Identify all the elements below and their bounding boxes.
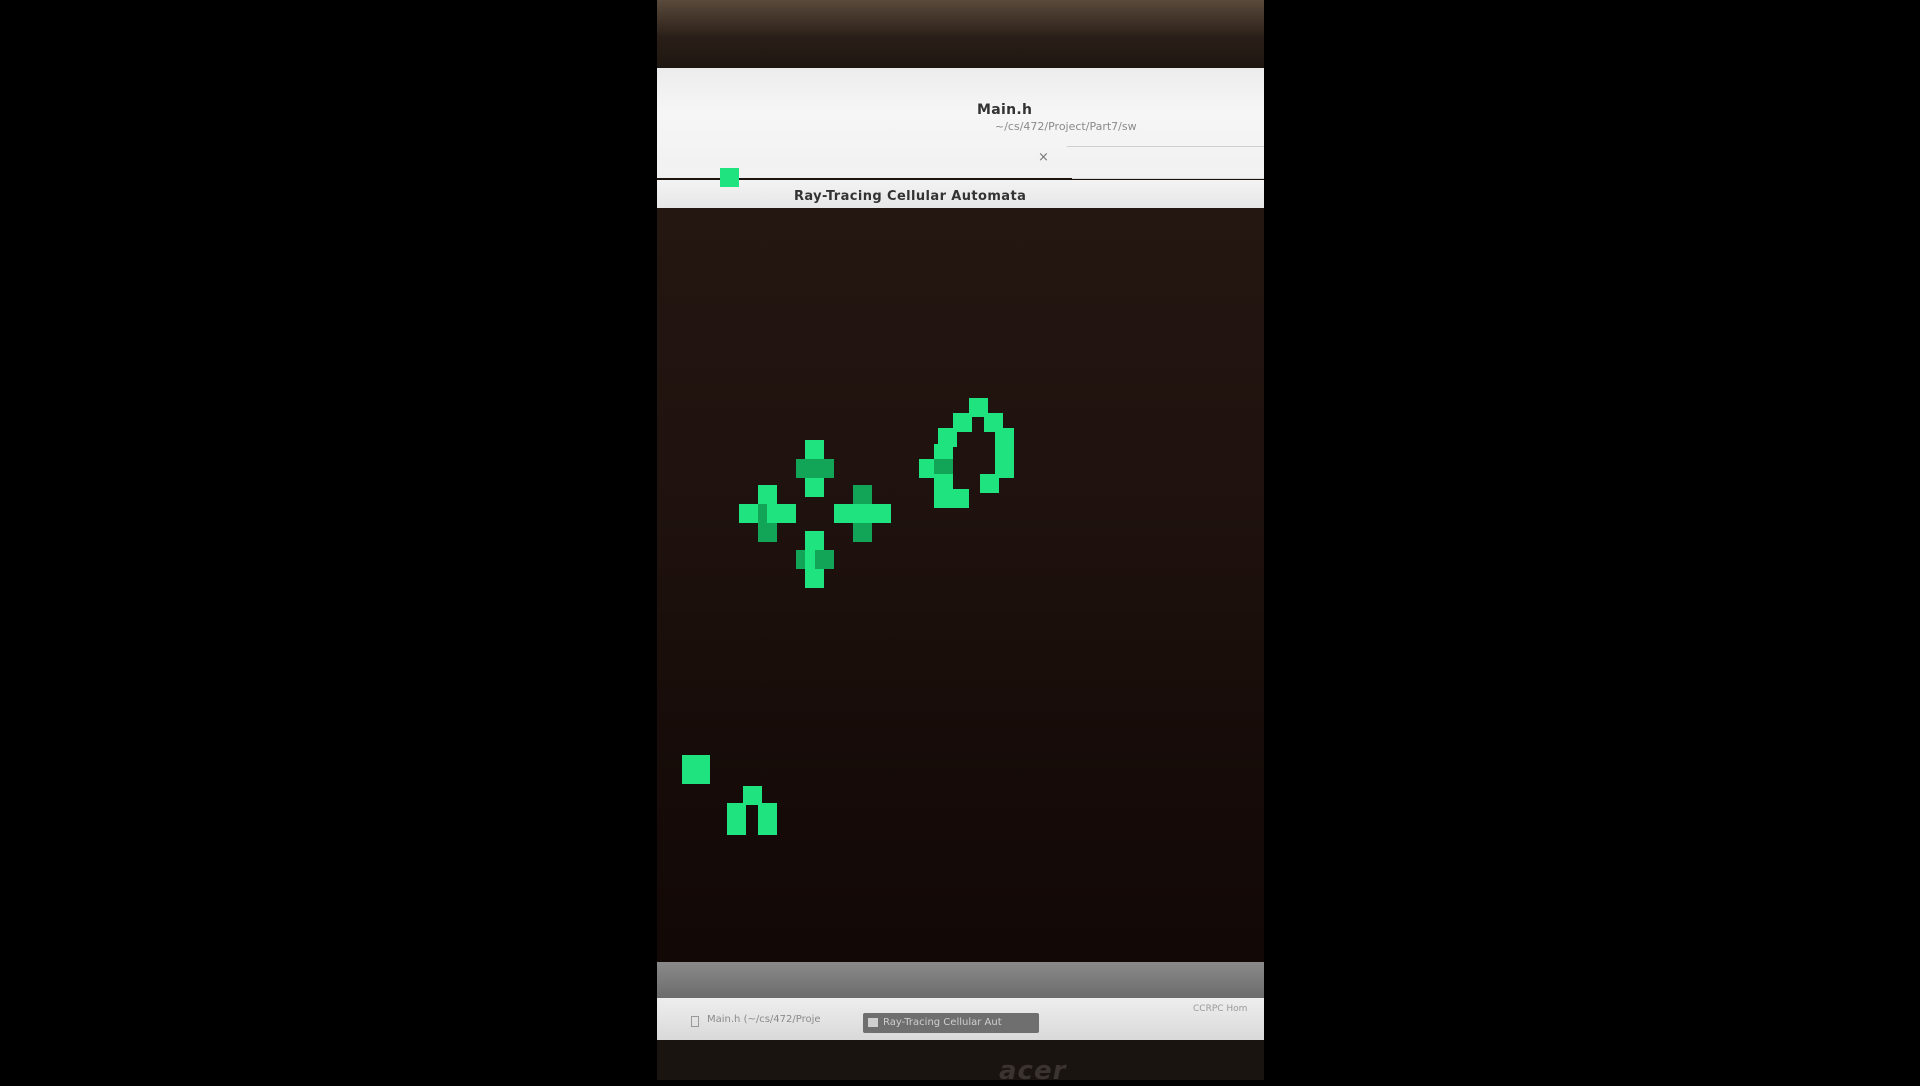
monitor-brand-logo: acer <box>999 1056 1067 1086</box>
automaton-cell <box>757 816 777 835</box>
automaton-cell <box>805 569 825 588</box>
automaton-cell <box>691 764 711 784</box>
editor-title: Main.h <box>977 102 1033 118</box>
automaton-cell <box>805 477 825 497</box>
automaton-cell <box>980 474 999 493</box>
taskbar: Main.h (~/cs/472/Proje Ray-Tracing Cellu… <box>657 998 1264 1040</box>
monitor-screen: Main.h ~/cs/472/Project/Part7/sw × Ray-T… <box>657 0 1264 1086</box>
automaton-cell <box>805 531 825 550</box>
automaton-cell <box>757 523 777 543</box>
automaton-cell <box>776 504 796 524</box>
automaton-cell <box>852 485 872 505</box>
automaton-cell <box>757 485 777 505</box>
taskbar-item-label: Main.h (~/cs/472/Proje <box>707 1014 821 1025</box>
document-icon <box>691 1016 699 1027</box>
automaton-cell <box>871 504 891 524</box>
close-icon[interactable]: × <box>1038 150 1049 165</box>
editor-file-path: ~/cs/472/Project/Part7/sw <box>995 120 1137 133</box>
automaton-cell <box>814 550 834 569</box>
editor-window-header: Main.h ~/cs/472/Project/Part7/sw × Ray-T… <box>657 68 1264 213</box>
automaton-cell <box>814 458 834 478</box>
automaton-cell <box>852 504 872 524</box>
automaton-cell <box>719 168 739 188</box>
window-icon <box>868 1018 878 1027</box>
automaton-cell <box>738 504 758 524</box>
automaton-cell <box>949 489 969 509</box>
automaton-cell <box>795 458 815 478</box>
automaton-cell <box>852 523 872 543</box>
automaton-cell <box>833 504 853 524</box>
taskbar-item-label: Ray-Tracing Cellular Aut <box>883 1017 1002 1028</box>
taskbar-item-editor[interactable]: Main.h (~/cs/472/Proje <box>691 1014 841 1032</box>
monitor-bezel-bottom: acer <box>657 1040 1264 1086</box>
editor-divider <box>1067 146 1264 147</box>
automaton-cell <box>727 816 747 835</box>
automata-canvas[interactable] <box>657 168 1264 962</box>
bottom-panel-strip <box>657 962 1264 998</box>
automaton-cell <box>805 439 825 459</box>
editor-tab-divider <box>1072 178 1264 179</box>
monitor-bezel-top <box>657 0 1264 68</box>
taskbar-item-automata[interactable]: Ray-Tracing Cellular Aut <box>863 1013 1039 1033</box>
taskbar-clock: CCRPC Hom <box>1193 1004 1248 1014</box>
window-title: Ray-Tracing Cellular Automata <box>794 189 1027 204</box>
